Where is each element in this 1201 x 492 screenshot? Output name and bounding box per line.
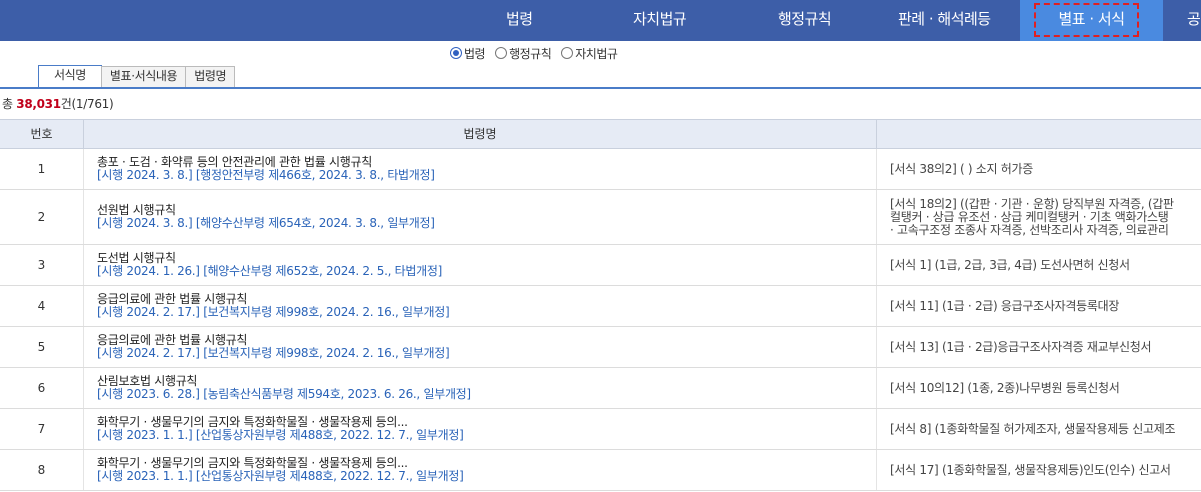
row-number: 2 xyxy=(37,210,46,224)
radio-law-circle[interactable] xyxy=(450,47,462,59)
form-name-line: [서식 1] (1급, 2급, 3급, 4급) 도선사면허 신청서 xyxy=(890,258,1130,272)
law-enforcement-info: [시행 2024. 3. 8.] [행정안전부령 제466호, 2024. 3.… xyxy=(97,168,435,182)
form-name-line: [서식 17] (1종화학물질, 생물작용제등)인도(인수) 신고서 xyxy=(890,463,1171,477)
top-nav: 법령 자치법규 행정규칙 판례 · 해석례등 별표 · 서식 공 xyxy=(0,0,1201,41)
law-enforcement-info: [시행 2024. 2. 17.] [보건복지부령 제998호, 2024. 2… xyxy=(97,305,450,319)
table-row: 4 응급의료에 관한 법률 시행규칙 [시행 2024. 2. 17.] [보건복지… xyxy=(0,286,1201,327)
nav-item-local-law[interactable]: 자치법규 xyxy=(633,0,687,41)
law-cell: 총포 · 도검 · 화약류 등의 안전관리에 관한 법률 시행규칙 [시행 202… xyxy=(83,149,876,189)
law-enforcement-info: [시행 2023. 1. 1.] [산업통상자원부령 제488호, 2022. … xyxy=(97,469,464,483)
tab-law-name[interactable]: 법령명 xyxy=(185,66,236,87)
radio-local-law[interactable]: 자치법규 xyxy=(561,45,618,62)
result-count-prefix: 총 xyxy=(2,97,17,111)
header-law-name: 법령명 xyxy=(83,120,876,149)
table-row: 2 선원법 시행규칙 [시행 2024. 3. 8.] [해양수산부령 제654호,… xyxy=(0,190,1201,245)
radio-admin-rule[interactable]: 행정규칙 xyxy=(495,45,552,62)
nav-item-precedent[interactable]: 판례 · 해석례등 xyxy=(898,0,991,41)
radio-admin-rule-label: 행정규칙 xyxy=(509,46,552,61)
law-enforcement-info: [시행 2024. 1. 26.] [해양수산부령 제652호, 2024. 2… xyxy=(97,264,442,278)
header-form xyxy=(876,120,1201,149)
law-enforcement-info: [시행 2024. 3. 8.] [해양수산부령 제654호, 2024. 3.… xyxy=(97,216,435,230)
table-row: 5 응급의료에 관한 법률 시행규칙 [시행 2024. 2. 17.] [보건복지… xyxy=(0,327,1201,368)
table-row: 3 도선법 시행규칙 [시행 2024. 1. 26.] [해양수산부령 제652호… xyxy=(0,245,1201,286)
law-cell: 화학무기 · 생물무기의 금지와 특정화학물질 · 생물작용제 등의... [시행… xyxy=(83,409,876,449)
law-cell: 도선법 시행규칙 [시행 2024. 1. 26.] [해양수산부령 제652호,… xyxy=(83,245,876,285)
nav-item-admin-rule[interactable]: 행정규칙 xyxy=(778,0,832,41)
results-table: 번호 법령명 1 총포 · 도검 · 화약류 등의 안전관리에 관한 법률 시행규… xyxy=(0,119,1201,491)
row-number: 5 xyxy=(37,340,46,354)
table-row: 1 총포 · 도검 · 화약류 등의 안전관리에 관한 법률 시행규칙 [시행 20… xyxy=(0,149,1201,190)
radio-law[interactable]: 법령 xyxy=(450,45,486,62)
law-enforcement-info: [시행 2024. 2. 17.] [보건복지부령 제998호, 2024. 2… xyxy=(97,346,450,360)
row-number: 8 xyxy=(37,463,46,477)
table-row: 6 산림보호법 시행규칙 [시행 2023. 6. 28.] [농림축산식품부령 제… xyxy=(0,368,1201,409)
search-tabs: 서식명 별표·서식내용 법령명 xyxy=(38,65,236,88)
row-number: 4 xyxy=(37,299,46,313)
form-cell[interactable]: [서식 38의2] ( ) 소지 허가증 xyxy=(876,149,1201,189)
radio-law-label: 법령 xyxy=(464,46,486,61)
row-number: 7 xyxy=(37,422,46,436)
table-row: 8 화학무기 · 생물무기의 금지와 특정화학물질 · 생물작용제 등의... [시… xyxy=(0,450,1201,491)
row-number: 6 xyxy=(37,381,46,395)
result-count-number: 38,031 xyxy=(16,97,61,111)
radio-local-law-label: 자치법규 xyxy=(575,46,618,61)
form-cell[interactable]: [서식 17] (1종화학물질, 생물작용제등)인도(인수) 신고서 xyxy=(876,450,1201,490)
tab-table-form-content[interactable]: 별표·서식내용 xyxy=(100,66,187,87)
law-cell: 화학무기 · 생물무기의 금지와 특정화학물질 · 생물작용제 등의... [시행… xyxy=(83,450,876,490)
form-name-line: [서식 38의2] ( ) 소지 허가증 xyxy=(890,162,1034,176)
row-number: 1 xyxy=(37,162,46,176)
tab-form-name[interactable]: 서식명 xyxy=(38,65,102,88)
form-name-line: · 고속구조정 조종사 자격증, 선박조리사 자격증, 의료관리 xyxy=(890,223,1169,237)
law-enforcement-info: [시행 2023. 1. 1.] [산업통상자원부령 제488호, 2022. … xyxy=(97,428,464,442)
form-cell[interactable]: [서식 18의2] ((갑판 · 기관 · 운항) 당직부원 자격증, (갑판 컬… xyxy=(876,190,1201,244)
law-cell: 응급의료에 관한 법률 시행규칙 [시행 2024. 2. 17.] [보건복지부… xyxy=(83,286,876,326)
nav-item-table-form[interactable]: 별표 · 서식 xyxy=(1020,0,1163,41)
source-radio-group: 법령 행정규칙 자치법규 xyxy=(450,45,627,61)
table-body: 1 총포 · 도검 · 화약류 등의 안전관리에 관한 법률 시행규칙 [시행 20… xyxy=(0,149,1201,491)
row-number: 3 xyxy=(37,258,46,272)
law-cell: 선원법 시행규칙 [시행 2024. 3. 8.] [해양수산부령 제654호, … xyxy=(83,190,876,244)
table-header: 번호 법령명 xyxy=(0,119,1201,149)
form-cell[interactable]: [서식 1] (1급, 2급, 3급, 4급) 도선사면허 신청서 xyxy=(876,245,1201,285)
form-cell[interactable]: [서식 13] (1급 · 2급)응급구조사자격증 재교부신청서 xyxy=(876,327,1201,367)
radio-local-law-circle[interactable] xyxy=(561,47,574,59)
radio-admin-rule-circle[interactable] xyxy=(495,47,508,59)
focus-outline xyxy=(1034,3,1139,37)
table-row: 7 화학무기 · 생물무기의 금지와 특정화학물질 · 생물작용제 등의... [시… xyxy=(0,409,1201,450)
law-enforcement-info: [시행 2023. 6. 28.] [농림축산식품부령 제594호, 2023.… xyxy=(97,387,471,401)
form-cell[interactable]: [서식 10의12] (1종, 2종)나무병원 등록신청서 xyxy=(876,368,1201,408)
tab-underline xyxy=(0,87,1201,89)
form-name-line: [서식 11] (1급 · 2급) 응급구조사자격등록대장 xyxy=(890,299,1120,313)
header-number: 번호 xyxy=(30,127,53,141)
result-count: 총 38,031건(1/761) xyxy=(2,95,114,112)
form-cell[interactable]: [서식 11] (1급 · 2급) 응급구조사자격등록대장 xyxy=(876,286,1201,326)
form-cell[interactable]: [서식 8] (1종화학물질 허가제조자, 생물작용제등 신고제조 xyxy=(876,409,1201,449)
nav-item-law[interactable]: 법령 xyxy=(506,0,533,41)
result-count-suffix: 건(1/761) xyxy=(60,97,114,111)
law-cell: 응급의료에 관한 법률 시행규칙 [시행 2024. 2. 17.] [보건복지부… xyxy=(83,327,876,367)
form-name-line: [서식 8] (1종화학물질 허가제조자, 생물작용제등 신고제조 xyxy=(890,422,1176,436)
law-cell: 산림보호법 시행규칙 [시행 2023. 6. 28.] [농림축산식품부령 제5… xyxy=(83,368,876,408)
form-name-line: [서식 13] (1급 · 2급)응급구조사자격증 재교부신청서 xyxy=(890,340,1152,354)
nav-item-more[interactable]: 공 xyxy=(1187,0,1201,41)
form-name-line: [서식 10의12] (1종, 2종)나무병원 등록신청서 xyxy=(890,381,1120,395)
